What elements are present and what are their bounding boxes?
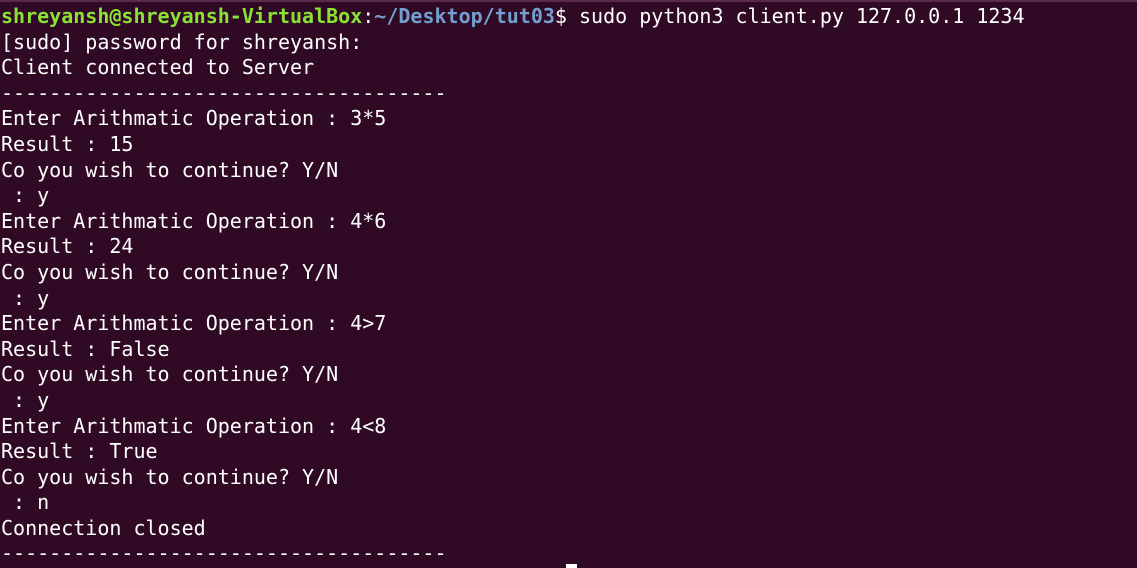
prompt-line: shreyansh@shreyansh-VirtualBox:~/Desktop… <box>1 4 1137 30</box>
output-line: : y <box>1 285 50 310</box>
output-line: Result : 15 <box>1 131 134 156</box>
prompt-symbol: $ <box>554 4 567 28</box>
terminal-window[interactable]: shreyansh@shreyansh-VirtualBox:~/Desktop… <box>0 0 1137 568</box>
output-line: Enter Arithmatic Operation : 4*6 <box>1 208 387 233</box>
output-line: [sudo] password for shreyansh: <box>1 29 363 54</box>
output-line: Enter Arithmatic Operation : 4<8 <box>1 413 387 438</box>
output-line: : y <box>1 387 50 412</box>
prompt-user-host: shreyansh@shreyansh-VirtualBox <box>1 4 363 28</box>
output-line: Result : False <box>1 336 170 361</box>
output-line: Result : True <box>1 439 158 464</box>
output-line: Enter Arithmatic Operation : 4>7 <box>1 311 387 336</box>
prompt-colon: : <box>362 4 375 28</box>
output-line: Connection closed <box>1 515 206 540</box>
window-top-edge <box>0 0 1137 2</box>
prompt-path: ~/Desktop/tut03 <box>374 4 555 28</box>
output-line: Co you wish to continue? Y/N <box>1 157 339 182</box>
output-line: : n <box>1 490 50 515</box>
output-line: Co you wish to continue? Y/N <box>1 259 339 284</box>
output-line: Client connected to Server <box>1 55 315 80</box>
output-line: Co you wish to continue? Y/N <box>1 362 339 387</box>
output-line: Enter Arithmatic Operation : 3*5 <box>1 106 387 131</box>
output-line: Co you wish to continue? Y/N <box>1 464 339 489</box>
output-line: ------------------------------------- <box>1 80 447 105</box>
output-line: Result : 24 <box>1 234 134 259</box>
text-cursor <box>566 564 577 568</box>
output-line: : y <box>1 183 50 208</box>
prompt-command: sudo python3 client.py 127.0.0.1 1234 <box>566 4 1025 28</box>
